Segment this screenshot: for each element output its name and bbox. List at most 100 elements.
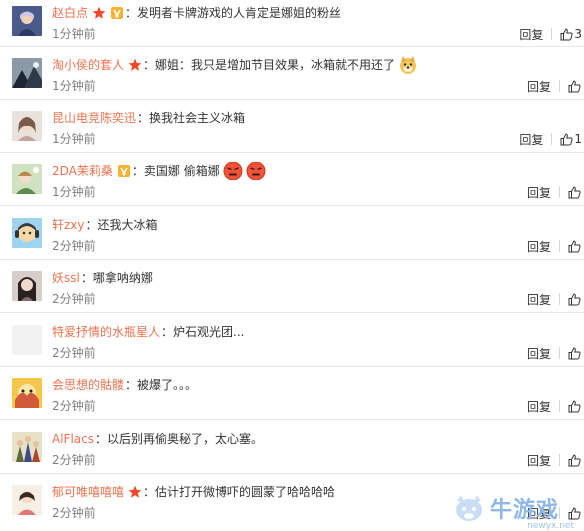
- reply-button[interactable]: 回复: [527, 452, 551, 469]
- comment-actions: 回复: [527, 184, 582, 200]
- colon: ：: [137, 111, 150, 125]
- colon: ：: [125, 6, 138, 20]
- like-button[interactable]: [568, 346, 582, 360]
- reply-button[interactable]: 回复: [519, 26, 543, 43]
- comment-line: 淘小侯的套人 ：娜姐：我只是增加节目效果，冰箱就不用还了: [52, 56, 524, 74]
- like-button[interactable]: [568, 79, 582, 93]
- comment-time: 1分钟前: [52, 27, 96, 41]
- comment-line: AlFlacs：以后别再偷奥秘了，太心塞。: [52, 430, 524, 448]
- avatar[interactable]: [12, 218, 42, 248]
- like-button[interactable]: 3: [560, 27, 582, 41]
- thumbs-up-icon: [560, 132, 573, 146]
- like-button[interactable]: [568, 292, 582, 306]
- comment-text: 换我社会主义冰箱: [149, 111, 246, 125]
- comment-item: 昆山电竞陈奕迅：换我社会主义冰箱 1分钟前 回复 1: [0, 109, 584, 153]
- like-button[interactable]: [568, 239, 582, 253]
- like-button[interactable]: [568, 399, 582, 413]
- reply-button[interactable]: 回复: [527, 78, 551, 95]
- comment-line: 妖ssl：哪拿呐纳娜: [52, 269, 524, 287]
- username-link[interactable]: 淘小侯的套人: [52, 56, 124, 74]
- comment-actions: 回复: [527, 345, 582, 361]
- avatar[interactable]: [12, 378, 42, 408]
- comment-feed: 赵白点：发明者卡牌游戏的人肯定是娜姐的粉丝 1分钟前 回复 3 淘小侯的套人：娜姐：我只…: [0, 0, 584, 531]
- username-link[interactable]: 特爱抒情的水瓶星人: [52, 323, 160, 341]
- action-divider: [559, 347, 560, 359]
- comment-time: 1分钟前: [52, 132, 96, 146]
- star-badge-icon: [92, 6, 106, 20]
- like-button[interactable]: 1: [560, 132, 582, 146]
- comment-text: 估计打开微博吓的圆蒙了哈哈哈哈: [155, 485, 336, 499]
- colon: ：: [94, 432, 107, 446]
- comment-item: 赵白点 ：发明者卡牌游戏的人肯定是娜姐的粉丝 1分钟前 回复 3: [0, 4, 584, 48]
- comment-text: 哪拿呐纳娜: [92, 271, 153, 285]
- username-link[interactable]: AlFlacs: [52, 430, 94, 448]
- action-divider: [559, 293, 560, 305]
- angry-emoji-icon: [223, 162, 243, 180]
- username-link[interactable]: 2DA茉莉桑: [52, 162, 113, 180]
- comment-item: 淘小侯的套人 ：娜姐：我只是增加节目效果，冰箱就不用还了 1分钟前 回复: [0, 56, 584, 100]
- thumbs-up-icon: [568, 239, 581, 253]
- action-divider: [559, 400, 560, 412]
- avatar[interactable]: [12, 111, 42, 141]
- doge-emoji-icon: [398, 56, 418, 74]
- reply-button[interactable]: 回复: [527, 291, 551, 308]
- username-link[interactable]: 赵白点: [52, 4, 88, 22]
- medal-badge-icon: [117, 164, 131, 178]
- avatar[interactable]: [12, 164, 42, 194]
- comment-actions: 回复: [527, 78, 582, 94]
- colon: ：: [131, 164, 144, 178]
- username-link[interactable]: 昆山电竞陈奕迅: [52, 109, 136, 127]
- comment-text: 卖国娜 偷箱娜: [143, 164, 220, 178]
- comment-text: 娜姐：我只是增加节目效果，冰箱就不用还了: [155, 58, 396, 72]
- colon: ：: [85, 218, 98, 232]
- reply-button[interactable]: 回复: [519, 131, 543, 148]
- comment-item: 会思想的骷髅：被爆了。。。 2分钟前 回复: [0, 376, 584, 420]
- medal-badge-icon: [110, 6, 124, 20]
- comment-separator: [0, 259, 584, 260]
- comment-line: 会思想的骷髅：被爆了。。。: [52, 376, 524, 394]
- comment-time: 2分钟前: [52, 399, 96, 413]
- colon: ：: [143, 58, 156, 72]
- comment-item: 2DA茉莉桑 ：卖国娜 偷箱娜 1分钟前 回复: [0, 162, 584, 206]
- thumbs-up-icon: [568, 399, 581, 413]
- comment-text: 还我大冰箱: [97, 218, 158, 232]
- reply-button[interactable]: 回复: [527, 184, 551, 201]
- username-link[interactable]: 妖ssl: [52, 269, 80, 287]
- thumbs-up-icon: [568, 185, 581, 199]
- star-badge-icon: [128, 485, 142, 499]
- comment-separator: [0, 473, 584, 474]
- like-count: 3: [574, 27, 582, 41]
- comment-actions: 回复: [527, 291, 582, 307]
- reply-button[interactable]: 回复: [527, 238, 551, 255]
- reply-button[interactable]: 回复: [527, 345, 551, 362]
- star-badge-icon: [128, 58, 142, 72]
- comment-actions: 回复 1: [519, 131, 582, 147]
- comment-separator: [0, 99, 584, 100]
- avatar[interactable]: [12, 432, 42, 462]
- thumbs-up-icon: [568, 79, 581, 93]
- like-count: 1: [574, 132, 582, 146]
- username-link[interactable]: 轩zxy: [52, 216, 85, 234]
- username-link[interactable]: 会思想的骷髅: [52, 376, 124, 394]
- username-link[interactable]: 郁可唯嘻嘻嘻: [52, 483, 124, 501]
- comment-item: 妖ssl：哪拿呐纳娜 2分钟前 回复: [0, 269, 584, 313]
- avatar[interactable]: [12, 58, 42, 88]
- like-button[interactable]: [568, 453, 582, 467]
- avatar[interactable]: [12, 485, 42, 515]
- thumbs-up-icon: [568, 292, 581, 306]
- comment-time: 1分钟前: [52, 185, 96, 199]
- cow-logo-icon: [456, 495, 482, 521]
- comment-line: 赵白点 ：发明者卡牌游戏的人肯定是娜姐的粉丝: [52, 4, 524, 22]
- avatar[interactable]: [12, 325, 42, 355]
- colon: ：: [125, 378, 138, 392]
- comment-line: 2DA茉莉桑 ：卖国娜 偷箱娜: [52, 162, 524, 180]
- like-button[interactable]: [568, 185, 582, 199]
- avatar[interactable]: [12, 271, 42, 301]
- comment-time: 2分钟前: [52, 506, 96, 520]
- comment-separator: [0, 312, 584, 313]
- thumbs-up-icon: [560, 27, 573, 41]
- comment-actions: 回复: [527, 398, 582, 414]
- avatar[interactable]: [12, 6, 42, 36]
- reply-button[interactable]: 回复: [527, 398, 551, 415]
- colon: ：: [80, 271, 93, 285]
